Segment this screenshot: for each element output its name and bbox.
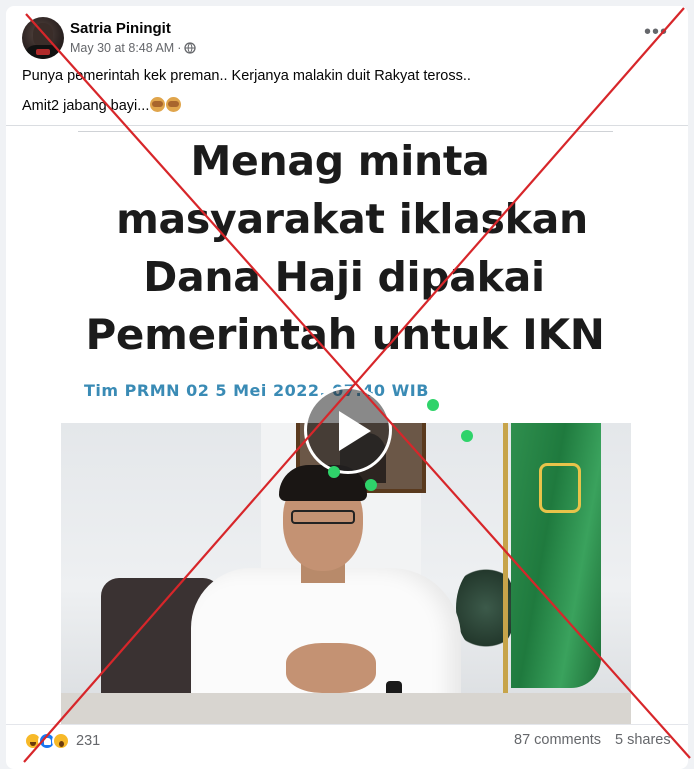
wow-icon: [52, 732, 70, 750]
play-icon[interactable]: [304, 386, 392, 474]
post-caption-line2-container: Amit2 jabang bayi...: [22, 97, 182, 114]
green-marker-dot: [328, 466, 340, 478]
globe-icon[interactable]: [184, 42, 197, 54]
footer-divider: [6, 724, 688, 725]
see-no-evil-monkey-icon: [150, 97, 166, 112]
headline-line4: Pemerintah untuk IKN: [85, 310, 605, 359]
video-thumbnail[interactable]: Menag minta masyarakat iklaskan Dana Haj…: [6, 126, 688, 724]
green-marker-dot: [461, 430, 473, 442]
post-meta: May 30 at 8:48 AM ·: [70, 41, 197, 55]
comments-count-link[interactable]: 87 comments: [514, 732, 601, 748]
green-marker-dot: [427, 399, 439, 411]
green-flag: [511, 423, 601, 688]
glasses: [291, 510, 355, 524]
headline-line2: masyarakat iklaskan: [116, 195, 588, 243]
desk: [61, 693, 631, 724]
post-timestamp[interactable]: May 30 at 8:48 AM: [70, 41, 174, 55]
post-caption-line1: Punya pemerintah kek preman.. Kerjanya m…: [22, 68, 471, 84]
video-headline: Menag minta masyarakat iklaskan Dana Haj…: [6, 132, 688, 364]
avatar-face: [33, 23, 53, 47]
avatar-shirt: [24, 45, 62, 59]
shares-count-link[interactable]: 5 shares: [615, 732, 671, 748]
meta-separator: ·: [177, 41, 182, 55]
headline-line3: Dana Haji dipakai: [143, 253, 545, 301]
author-name[interactable]: Satria Piningit: [70, 20, 171, 37]
flag-pole: [503, 423, 508, 724]
green-marker-dot: [365, 479, 377, 491]
see-no-evil-monkey-icon: [166, 97, 182, 112]
headline-line1: Menag minta: [190, 137, 490, 185]
post-caption-line2: Amit2 jabang bayi...: [22, 98, 150, 114]
facebook-post-card: Satria Piningit May 30 at 8:48 AM · ••• …: [6, 6, 688, 769]
reactions-summary[interactable]: 231: [24, 732, 100, 750]
reaction-count: 231: [76, 733, 101, 749]
author-avatar[interactable]: [22, 17, 64, 59]
person-hands: [286, 643, 376, 693]
more-options-icon[interactable]: •••: [644, 22, 668, 42]
